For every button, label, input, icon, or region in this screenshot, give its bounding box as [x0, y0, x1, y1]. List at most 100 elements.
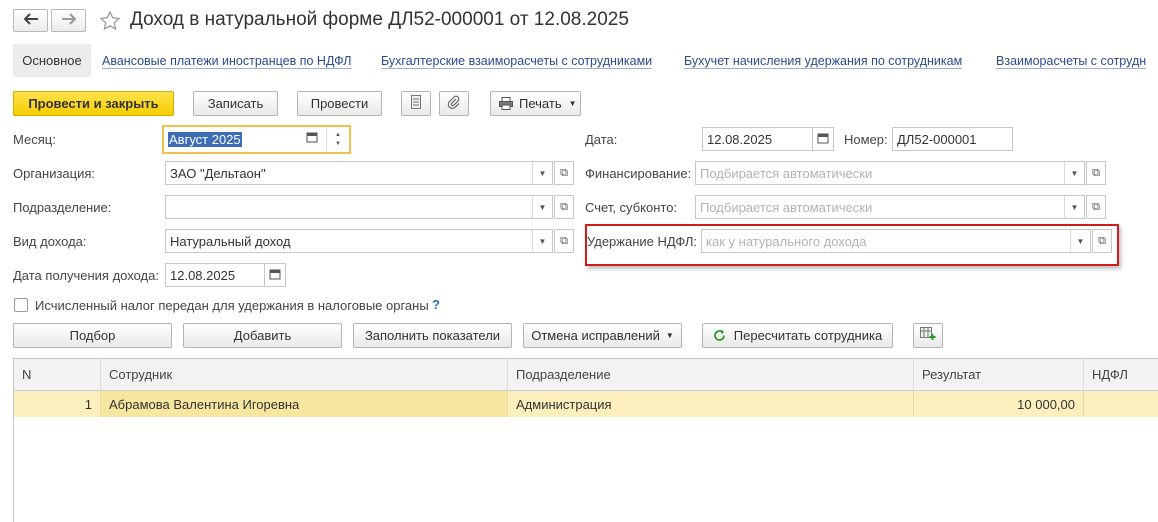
chevron-down-icon: ▼: [568, 99, 577, 108]
chevron-down-icon[interactable]: ▼: [1064, 196, 1084, 218]
open-window-icon: ⧉: [560, 166, 568, 179]
cell-employee: Абрамова Валентина Игоревна: [101, 391, 508, 417]
arrow-left-icon: [23, 13, 39, 28]
month-field[interactable]: Август 2025 ▲ ▼: [162, 125, 351, 154]
cell-department: Администрация: [508, 391, 914, 417]
cell-ndfl: [1084, 391, 1158, 417]
date-value: 12.08.2025: [707, 131, 773, 147]
financing-label: Финансирование:: [585, 166, 692, 181]
pick-button[interactable]: Подбор: [13, 323, 172, 348]
print-label: Печать: [519, 96, 562, 111]
table-add-button[interactable]: [913, 323, 943, 348]
post-and-close-button[interactable]: Провести и закрыть: [13, 91, 174, 116]
organization-label: Организация:: [13, 166, 96, 181]
income-type-field[interactable]: Натуральный доход ▼: [165, 229, 553, 253]
back-button[interactable]: [13, 9, 48, 32]
income-date-field[interactable]: 12.08.2025: [165, 263, 265, 287]
chevron-down-icon[interactable]: ▼: [532, 196, 552, 218]
month-label: Месяц:: [13, 132, 56, 147]
tax-transferred-label: Исчисленный налог передан для удержания …: [35, 298, 429, 313]
employees-table: N Сотрудник Подразделение Результат НДФЛ…: [13, 358, 1158, 522]
number-value: ДЛ52-000001: [897, 131, 977, 147]
chevron-down-icon[interactable]: ▼: [1070, 230, 1090, 252]
department-open-button[interactable]: ⧉: [554, 195, 574, 219]
financing-field[interactable]: Подбирается автоматически ▼: [695, 161, 1085, 185]
calendar-icon: [269, 268, 281, 283]
tab-accounting-settlements[interactable]: Бухгалтерские взаиморасчеты с сотрудника…: [381, 54, 652, 68]
calendar-icon: [817, 132, 829, 147]
cell-result: 10 000,00: [914, 391, 1084, 417]
paperclip-icon: [447, 95, 461, 112]
column-header-ndfl[interactable]: НДФЛ: [1084, 359, 1158, 391]
refresh-icon: [713, 329, 726, 342]
recalculate-employee-button[interactable]: Пересчитать сотрудника: [702, 323, 893, 348]
income-type-label: Вид дохода:: [13, 234, 87, 249]
tab-main[interactable]: Основное: [13, 44, 91, 77]
table-add-icon: [920, 327, 936, 344]
organization-value: ЗАО "Дельтаон": [170, 165, 266, 181]
account-field[interactable]: Подбирается автоматически ▼: [695, 195, 1085, 219]
star-icon[interactable]: [99, 10, 121, 32]
income-type-value: Натуральный доход: [170, 233, 291, 249]
chevron-down-icon: ▼: [665, 331, 674, 340]
month-value: Август 2025: [168, 132, 242, 147]
column-header-result[interactable]: Результат: [914, 359, 1084, 391]
income-type-open-button[interactable]: ⧉: [554, 229, 574, 253]
number-label: Номер:: [844, 132, 888, 147]
post-button[interactable]: Провести: [297, 91, 382, 116]
help-icon[interactable]: ?: [432, 297, 440, 312]
column-header-department[interactable]: Подразделение: [508, 359, 914, 391]
calendar-icon[interactable]: [306, 131, 318, 146]
forward-button[interactable]: [51, 9, 86, 32]
department-label: Подразделение:: [13, 200, 112, 215]
save-button[interactable]: Записать: [193, 91, 278, 116]
financing-placeholder: Подбирается автоматически: [700, 165, 873, 181]
income-date-value: 12.08.2025: [170, 267, 236, 283]
month-stepper[interactable]: ▲ ▼: [326, 127, 349, 152]
financing-open-button[interactable]: ⧉: [1086, 161, 1106, 185]
cancel-fixes-label: Отмена исправлений: [531, 328, 660, 343]
column-header-n[interactable]: N: [14, 359, 101, 391]
cell-n: 1: [14, 391, 101, 417]
department-field[interactable]: ▼: [165, 195, 553, 219]
account-placeholder: Подбирается автоматически: [700, 199, 873, 215]
ndfl-open-button[interactable]: ⧉: [1092, 229, 1112, 253]
open-window-icon: ⧉: [1098, 234, 1106, 247]
list-button[interactable]: [401, 91, 431, 116]
date-calendar-button[interactable]: [812, 127, 834, 151]
date-label: Дата:: [585, 132, 618, 147]
account-open-button[interactable]: ⧉: [1086, 195, 1106, 219]
open-window-icon: ⧉: [1092, 200, 1100, 213]
chevron-down-icon[interactable]: ▼: [532, 162, 552, 184]
list-icon: [411, 95, 421, 112]
tab-accrual-accounting[interactable]: Бухучет начисления удержания по сотрудни…: [684, 54, 962, 68]
add-button[interactable]: Добавить: [183, 323, 342, 348]
cancel-fixes-button[interactable]: Отмена исправлений ▼: [523, 323, 682, 348]
income-date-label: Дата получения дохода:: [13, 268, 159, 283]
open-window-icon: ⧉: [560, 200, 568, 213]
ndfl-label: Удержание НДФЛ:: [587, 234, 697, 249]
chevron-down-icon[interactable]: ▼: [532, 230, 552, 252]
organization-field[interactable]: ЗАО "Дельтаон" ▼: [165, 161, 553, 185]
income-date-calendar-button[interactable]: [264, 263, 286, 287]
number-field[interactable]: ДЛ52-000001: [892, 127, 1013, 151]
printer-icon: [499, 97, 513, 110]
date-field[interactable]: 12.08.2025: [702, 127, 813, 151]
tax-transferred-checkbox[interactable]: [14, 298, 28, 312]
tab-advance-payments[interactable]: Авансовые платежи иностранцев по НДФЛ: [102, 54, 351, 68]
page-title: Доход в натуральной форме ДЛ52-000001 от…: [130, 9, 629, 30]
tab-settlements[interactable]: Взаиморасчеты с сотрудн: [996, 54, 1146, 68]
open-window-icon: ⧉: [1092, 166, 1100, 179]
ndfl-field[interactable]: как у натурального дохода ▼: [701, 229, 1091, 253]
account-label: Счет, субконто:: [585, 200, 678, 215]
organization-open-button[interactable]: ⧉: [554, 161, 574, 185]
chevron-down-icon[interactable]: ▼: [1064, 162, 1084, 184]
print-button[interactable]: Печать ▼: [490, 91, 581, 116]
recalculate-label: Пересчитать сотрудника: [733, 328, 883, 343]
fill-indicators-button[interactable]: Заполнить показатели: [353, 323, 512, 348]
open-window-icon: ⧉: [560, 234, 568, 247]
ndfl-placeholder: как у натурального дохода: [706, 233, 867, 249]
column-header-employee[interactable]: Сотрудник: [101, 359, 508, 391]
arrow-right-icon: [61, 13, 77, 28]
attach-button[interactable]: [439, 91, 469, 116]
